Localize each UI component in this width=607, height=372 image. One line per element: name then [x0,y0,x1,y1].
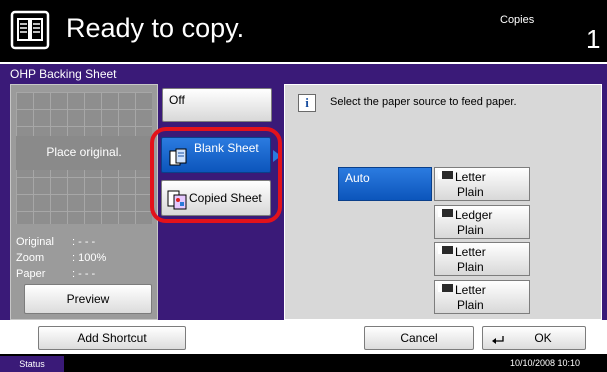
tray-media: Plain [457,185,484,199]
paper-value: : - - - [72,268,96,280]
tray-size: Letter [455,245,486,259]
tray-1-button[interactable]: Letter Plain [434,167,530,201]
document-icon [10,10,50,50]
date-time: 10/10/2008 10:10 [510,358,581,368]
mp-tray-icon [438,284,453,292]
tray-size: Ledger [455,208,493,222]
instruction-message: Select the paper source to feed paper. [330,96,517,108]
preview-button[interactable]: Preview [24,284,152,314]
tray-2-button[interactable]: Ledger Plain [434,205,530,239]
copies-label: Copies [500,14,535,26]
tray-media: Plain [457,260,484,274]
place-original-text: Place original. [46,145,122,159]
copies-count: 1 [586,24,601,54]
highlight-frame [150,127,282,223]
tray-3-button[interactable]: Letter Plain [434,242,530,276]
enter-icon [491,332,505,354]
ok-label: OK [534,331,552,345]
original-value: : - - - [72,236,96,248]
original-label: Original [16,236,54,248]
zoom-value: : 100% [72,252,107,264]
tray-size: Letter [455,170,486,184]
tray-4-button[interactable]: Letter Plain [434,280,530,314]
tray-2-icon [438,209,453,217]
tray-media: Plain [457,223,484,237]
page-title: Ready to copy. [66,13,245,43]
ok-button[interactable]: OK [482,326,586,350]
add-shortcut-button[interactable]: Add Shortcut [38,326,186,350]
tray-size: Letter [455,283,486,297]
info-icon: i [298,94,316,112]
auto-source-button[interactable]: Auto [338,167,432,201]
cancel-button[interactable]: Cancel [364,326,474,350]
paper-label: Paper [16,268,46,280]
panel-title: OHP Backing Sheet [10,67,117,81]
off-label: Off [169,93,185,107]
auto-label: Auto [345,171,370,185]
tray-1-icon [438,171,453,179]
tray-media: Plain [457,298,484,312]
status-button[interactable]: Status [0,356,64,372]
off-button[interactable]: Off [162,88,272,122]
tray-3-icon [438,246,453,254]
zoom-label: Zoom [16,252,45,264]
